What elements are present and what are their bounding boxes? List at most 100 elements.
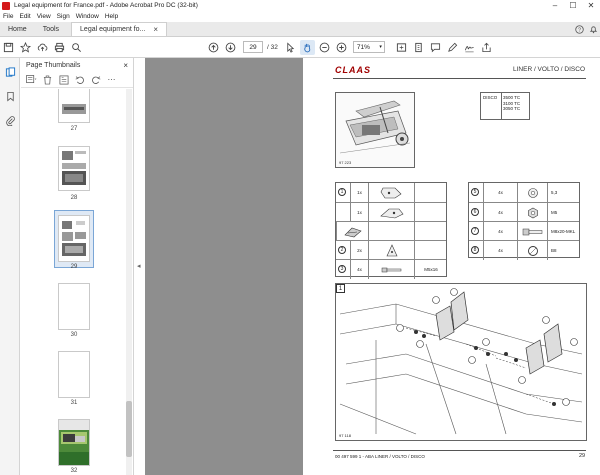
scroll-mode-icon[interactable]: [411, 40, 426, 55]
tab-bar: Home Tools Legal equipment fo... × ?: [0, 22, 600, 37]
rotate-right-icon[interactable]: [89, 73, 102, 86]
part-number: 5: [471, 188, 479, 196]
footer-divider: [333, 450, 586, 451]
menu-help[interactable]: Help: [102, 13, 121, 20]
insert-page-icon[interactable]: [57, 73, 70, 86]
minimize-button[interactable]: –: [546, 0, 564, 11]
part-number: 8: [471, 246, 479, 254]
zoom-in-icon[interactable]: [334, 40, 349, 55]
part-image: [517, 222, 547, 241]
window-title: Legal equipment for France.pdf - Adobe A…: [14, 2, 198, 9]
parts-row: 7 4x M8x20-MKL: [469, 221, 579, 241]
bookmark-star-icon[interactable]: [18, 40, 33, 55]
share-icon[interactable]: [479, 40, 494, 55]
main-toolbar: 29 / 32 71% ▾: [0, 37, 600, 58]
model-item: 3050 TC: [503, 106, 521, 111]
page-header-title: LINER / VOLTO / DISCO: [513, 66, 585, 73]
menu-file[interactable]: File: [0, 13, 16, 20]
part-qty: 4x: [483, 222, 517, 241]
thumbnail-page-31[interactable]: [58, 351, 90, 398]
part-qty: [368, 222, 414, 241]
thumbnails-scrollbar[interactable]: [126, 89, 132, 475]
thumbnail-label: 30: [70, 332, 78, 338]
hand-tool-icon[interactable]: [299, 39, 315, 55]
options-menu-icon[interactable]: [25, 73, 38, 86]
info-figure-box: i 97 223: [335, 92, 415, 168]
thumbnail-label: 28: [70, 195, 78, 201]
more-options-icon[interactable]: ⋯: [105, 73, 118, 86]
assembly-figure-box: 1 97 118: [335, 283, 587, 441]
document-viewer[interactable]: CLAAS LINER / VOLTO / DISCO i 97 223 DIS…: [145, 58, 600, 475]
select-cursor-icon[interactable]: [283, 40, 298, 55]
close-tab-icon[interactable]: ×: [153, 25, 158, 34]
menu-edit[interactable]: Edit: [16, 13, 33, 20]
parts-row: 6 4x M5: [469, 202, 579, 222]
part-spec: M5x16: [414, 260, 447, 279]
machine-photo: [336, 93, 414, 167]
thumbnail-page-27[interactable]: [58, 89, 90, 123]
parts-row: 2 2x: [336, 240, 447, 260]
thumbnail-page-29[interactable]: [58, 215, 90, 262]
footer-page-number: 29: [579, 453, 586, 459]
thumbnail-page-28[interactable]: [58, 146, 90, 191]
thumbnail-page-30[interactable]: [58, 283, 90, 330]
part-image: [517, 203, 547, 222]
part-number: [338, 208, 346, 216]
menu-view[interactable]: View: [34, 13, 54, 20]
header-divider: [333, 78, 586, 79]
close-window-button[interactable]: ✕: [582, 0, 600, 11]
tab-tools[interactable]: Tools: [35, 22, 67, 36]
search-icon[interactable]: [69, 40, 84, 55]
part-number: 2: [338, 246, 346, 254]
left-navigation-rail: [0, 58, 20, 475]
menu-window[interactable]: Window: [73, 13, 102, 20]
maximize-button[interactable]: ☐: [564, 0, 582, 11]
footer-document-code: 00 497 599 1 - ABA LINER / VOLTO / DISCO: [335, 454, 425, 459]
part-spec: 5,3: [547, 183, 580, 202]
attachments-icon[interactable]: [0, 110, 20, 130]
page-number-input[interactable]: 29: [243, 41, 263, 53]
tab-document[interactable]: Legal equipment fo... ×: [71, 22, 168, 36]
help-icon[interactable]: ?: [572, 22, 586, 36]
notifications-icon[interactable]: [586, 22, 600, 36]
rotate-left-icon[interactable]: [73, 73, 86, 86]
part-number: 7: [471, 227, 479, 235]
part-spec: [414, 222, 447, 241]
thumbnails-header: Page Thumbnails ×: [21, 58, 133, 72]
page-thumbnails-icon[interactable]: [0, 62, 20, 82]
collapse-panel-handle-icon[interactable]: ◂: [137, 262, 141, 270]
acrobat-app-icon: [2, 1, 10, 10]
highlight-pen-icon[interactable]: [445, 40, 460, 55]
parts-row: 5 4x 5,3: [469, 183, 579, 202]
thumbnail-page-32[interactable]: [58, 419, 90, 466]
menu-sign[interactable]: Sign: [54, 13, 73, 20]
fit-page-icon[interactable]: [394, 40, 409, 55]
thumbnail-list[interactable]: 27 28 29 30 31 32: [21, 89, 126, 475]
thumbnails-scroll-thumb[interactable]: [126, 401, 132, 457]
part-qty: 4x: [483, 203, 517, 222]
part-qty: 4x: [483, 241, 517, 260]
title-bar: Legal equipment for France.pdf - Adobe A…: [0, 0, 600, 11]
close-panel-icon[interactable]: ×: [123, 61, 128, 70]
upload-cloud-icon[interactable]: [35, 40, 50, 55]
tab-home[interactable]: Home: [0, 22, 35, 36]
zoom-level-value: 71%: [356, 43, 370, 51]
delete-pages-icon[interactable]: [41, 73, 54, 86]
sign-icon[interactable]: [462, 40, 477, 55]
zoom-level-select[interactable]: 71% ▾: [352, 41, 385, 53]
comment-icon[interactable]: [428, 40, 443, 55]
part-qty: 4x: [350, 260, 368, 279]
bookmarks-icon[interactable]: [0, 86, 20, 106]
part-spec: [414, 241, 447, 260]
thumbnail-label: 29: [70, 264, 78, 270]
model-item: 3500 TC: [503, 95, 521, 100]
print-icon[interactable]: [52, 40, 67, 55]
info-figure-number: 97 223: [339, 160, 352, 165]
next-page-icon[interactable]: [223, 40, 238, 55]
brand-logo: CLAAS: [335, 65, 371, 75]
parts-table-right: 5 4x 5,3 6 4x M5 7 4x M8x20-MKL 8 4x B8: [468, 182, 580, 260]
model-table: DISCO 3500 TC 3100 TC 3050 TC: [480, 92, 530, 120]
save-icon[interactable]: [1, 40, 16, 55]
zoom-out-icon[interactable]: [317, 40, 332, 55]
previous-page-icon[interactable]: [206, 40, 221, 55]
